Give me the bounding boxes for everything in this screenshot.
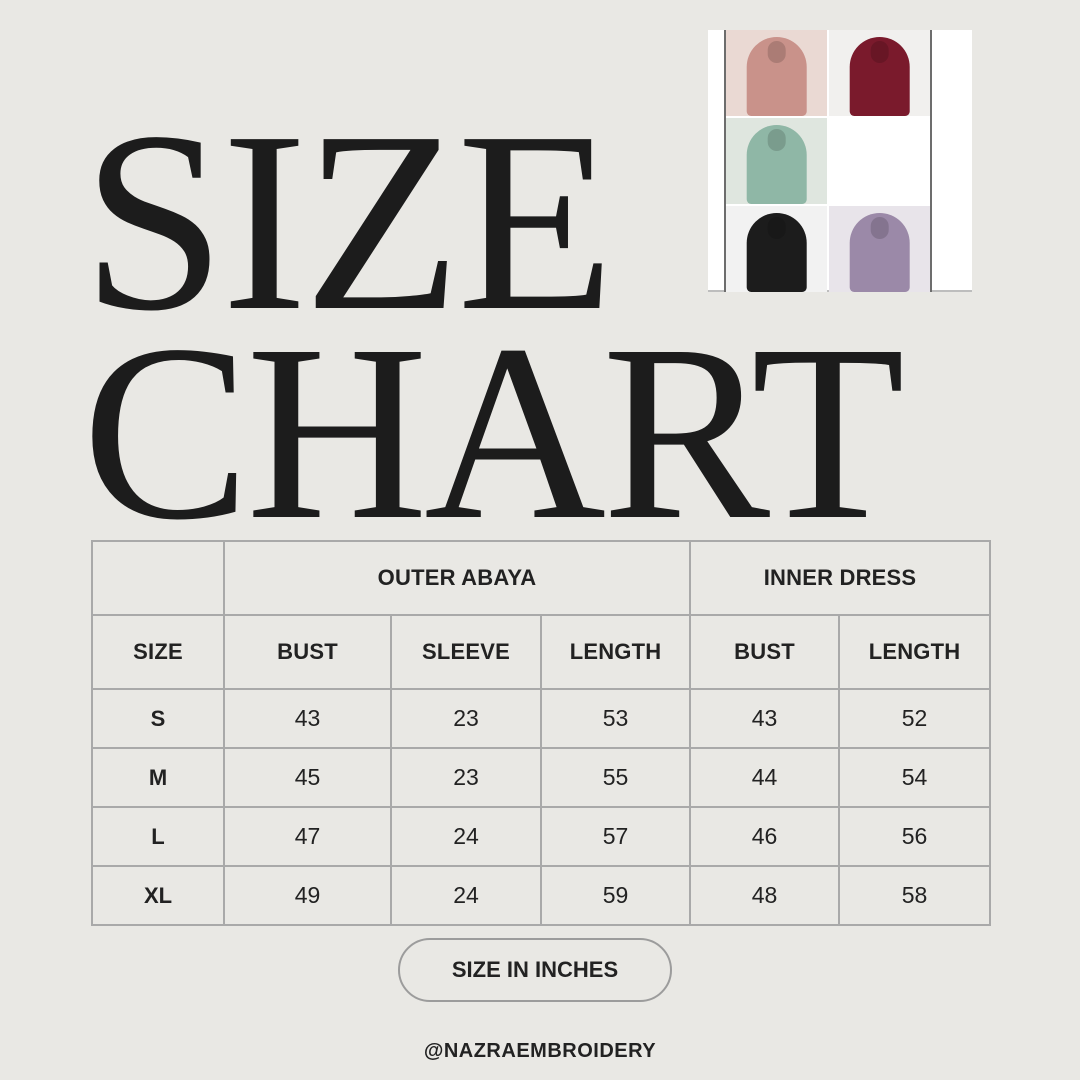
column-header-inner-length: LENGTH bbox=[838, 614, 992, 690]
size-label: M bbox=[91, 747, 225, 808]
pink-abaya-photo bbox=[726, 30, 827, 116]
empty-corner-cell bbox=[91, 540, 225, 616]
value-cell: 56 bbox=[838, 806, 992, 867]
model-silhouette bbox=[746, 36, 807, 116]
value-cell: 54 bbox=[838, 747, 992, 808]
value-cell: 24 bbox=[390, 865, 542, 926]
value-cell: 45 bbox=[223, 747, 392, 808]
size-chart-table: OUTER ABAYA INNER DRESS SIZE BUST SLEEVE… bbox=[91, 540, 992, 926]
value-cell: 57 bbox=[539, 806, 692, 867]
title-chart: CHART bbox=[82, 292, 905, 572]
hijab-head bbox=[767, 216, 786, 239]
inner-dress-header: INNER DRESS bbox=[689, 540, 992, 616]
model-silhouette bbox=[849, 212, 910, 292]
hijab-head bbox=[767, 128, 786, 151]
table-row: XL 49 24 59 48 58 bbox=[91, 865, 992, 926]
table-row: M 45 23 55 44 54 bbox=[91, 747, 992, 808]
size-unit-badge: SIZE IN INCHES bbox=[398, 938, 672, 1002]
black-abaya-photo bbox=[726, 206, 827, 292]
size-label: L bbox=[91, 806, 225, 867]
maroon-abaya-photo bbox=[829, 30, 930, 116]
value-cell: 59 bbox=[539, 865, 692, 926]
collage-right-border bbox=[930, 30, 932, 292]
column-header-outer-bust: BUST bbox=[223, 614, 392, 690]
column-header-outer-length: LENGTH bbox=[539, 614, 692, 690]
model-silhouette bbox=[746, 212, 807, 292]
size-label: XL bbox=[91, 865, 225, 926]
size-label: S bbox=[91, 688, 225, 749]
blank-photo bbox=[829, 118, 930, 204]
lilac-abaya-photo bbox=[829, 206, 930, 292]
value-cell: 23 bbox=[390, 688, 542, 749]
value-cell: 43 bbox=[689, 688, 841, 749]
value-cell: 44 bbox=[689, 747, 841, 808]
value-cell: 47 bbox=[223, 806, 392, 867]
outer-abaya-header: OUTER ABAYA bbox=[222, 540, 692, 616]
table-row: L 47 24 57 46 56 bbox=[91, 806, 992, 867]
table-row: S 43 23 53 43 52 bbox=[91, 688, 992, 749]
product-photo-collage bbox=[708, 30, 972, 292]
value-cell: 46 bbox=[689, 806, 841, 867]
social-handle: @NAZRAEMBROIDERY bbox=[423, 1040, 657, 1062]
hijab-head bbox=[767, 40, 786, 63]
column-header-inner-bust: BUST bbox=[689, 614, 841, 690]
value-cell: 52 bbox=[838, 688, 992, 749]
model-silhouette bbox=[746, 124, 807, 204]
column-header-size: SIZE bbox=[91, 614, 225, 690]
column-header-row: SIZE BUST SLEEVE LENGTH BUST LENGTH bbox=[91, 614, 992, 690]
value-cell: 24 bbox=[390, 806, 542, 867]
hijab-head bbox=[870, 216, 889, 239]
value-cell: 53 bbox=[539, 688, 692, 749]
value-cell: 48 bbox=[689, 865, 841, 926]
green-abaya-photo bbox=[726, 118, 827, 204]
value-cell: 49 bbox=[223, 865, 392, 926]
value-cell: 43 bbox=[223, 688, 392, 749]
hijab-head bbox=[870, 40, 889, 63]
model-silhouette bbox=[849, 36, 910, 116]
value-cell: 58 bbox=[838, 865, 992, 926]
group-header-row: OUTER ABAYA INNER DRESS bbox=[91, 540, 992, 616]
value-cell: 55 bbox=[539, 747, 692, 808]
column-header-outer-sleeve: SLEEVE bbox=[390, 614, 542, 690]
value-cell: 23 bbox=[390, 747, 542, 808]
